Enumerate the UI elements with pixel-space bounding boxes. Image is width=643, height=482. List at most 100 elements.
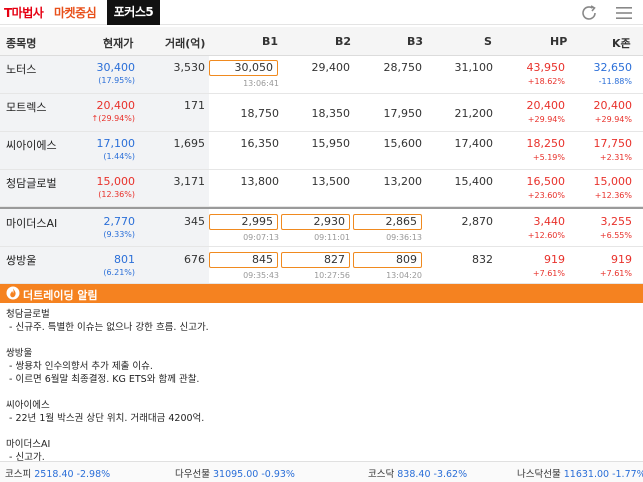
b3-value: 809 [353, 252, 422, 268]
change-pct: (17.95%) [98, 76, 135, 85]
current-price: 801 [114, 253, 135, 266]
volume: 171 [184, 99, 205, 112]
b3-time: 13:04:20 [386, 271, 422, 280]
change-pct: (12.36%) [98, 190, 135, 199]
header-kzone: K존 [612, 37, 631, 50]
k-value: 32,650 [593, 61, 633, 74]
b1-value: 18,750 [240, 107, 280, 120]
k-pct: +12.36% [594, 191, 632, 200]
b2-time: 10:27:56 [314, 271, 350, 280]
table-row[interactable]: 쌍방울 801 (6.21%) 676 845 09:35:43 827 10:… [0, 247, 643, 284]
ticker-kosdaq-value: 838.40 -3.62% [397, 469, 468, 480]
hp-pct: +23.60% [527, 191, 565, 200]
alert-line [6, 334, 636, 347]
ticker-kospi: 코스피 2518.40 -2.98% [5, 466, 110, 480]
header-b3: B3 [407, 35, 424, 48]
current-price: 20,400 [96, 99, 136, 112]
table-row[interactable]: 모트렉스 20,400 ↑(29.94%) 171 18,750 18,350 … [0, 94, 643, 132]
b3-time: 09:36:13 [386, 233, 422, 242]
stock-name: 쌍방울 [6, 254, 37, 267]
alert-line: - 신규주. 특별한 이슈는 없으나 강한 흐름. 신고가. [6, 322, 209, 333]
hp-pct: +29.94% [527, 115, 565, 124]
stock-name: 모트렉스 [6, 101, 47, 114]
stock-name: 씨아이에스 [6, 139, 57, 152]
ticker-kospi-name: 코스피 [5, 469, 32, 480]
stock-name: 노터스 [6, 63, 37, 76]
alert-line [6, 386, 636, 399]
change-pct: (9.33%) [103, 230, 135, 239]
s-value: 21,200 [454, 107, 494, 120]
table-row[interactable]: 노터스 30,400 (17.95%) 3,530 30,050 13:06:4… [0, 56, 643, 94]
b2-value: 13,500 [311, 175, 351, 188]
header-name: 종목명 [6, 37, 37, 50]
header-volume: 거래(억) [165, 37, 206, 50]
alert-line: 씨아이에스 [6, 400, 50, 411]
ticker-kospi-value: 2518.40 -2.98% [34, 469, 111, 480]
hp-pct: +7.61% [532, 269, 565, 278]
k-value: 919 [611, 253, 632, 266]
menu-icon[interactable] [615, 5, 633, 21]
header-hp: HP [550, 35, 568, 48]
volume: 3,171 [173, 175, 206, 188]
ticker-dow-value: 31095.00 -0.93% [213, 469, 295, 480]
ticker-kosdaq: 코스닥 838.40 -3.62% [368, 466, 467, 480]
b3-value: 28,750 [383, 61, 423, 74]
hp-pct: +5.19% [532, 153, 565, 162]
alert-line: 쌍방울 [6, 348, 33, 359]
s-value: 2,870 [461, 215, 494, 228]
table-row[interactable]: 마이더스AI 2,770 (9.33%) 345 2,995 09:07:13 … [0, 207, 643, 247]
alert-header: 더트레이딩 알림 [0, 284, 643, 303]
alert-line: - 22년 1월 박스권 상단 위치. 거래대금 4200억. [6, 413, 205, 424]
b3-value: 13,200 [383, 175, 423, 188]
change-pct: (6.21%) [103, 268, 135, 277]
table-row[interactable]: 청담글로벌 15,000 (12.36%) 3,171 13,800 13,50… [0, 170, 643, 207]
alert-line: 마이더스AI [6, 439, 51, 450]
hp-pct: +18.62% [527, 77, 565, 86]
index-ticker: 코스피 2518.40 -2.98% 다우선물 31095.00 -0.93% … [0, 461, 643, 482]
ticker-dow: 다우선물 31095.00 -0.93% [175, 466, 295, 480]
tab-focus5[interactable]: 포커스5 [107, 0, 160, 25]
b2-value: 15,950 [311, 137, 351, 150]
volume: 676 [184, 253, 205, 266]
k-pct: +2.31% [599, 153, 632, 162]
b1-time: 13:06:41 [243, 79, 279, 88]
volume: 1,695 [173, 137, 206, 150]
k-value: 3,255 [600, 215, 633, 228]
brand-logo[interactable]: T마법사 [4, 4, 44, 21]
b1-time: 09:07:13 [243, 233, 279, 242]
header-b2: B2 [335, 35, 352, 48]
alert-line: - 쌍용차 인수의향서 추가 제출 이슈. [6, 361, 153, 372]
current-price: 30,400 [96, 61, 136, 74]
k-pct: +29.94% [594, 115, 632, 124]
tab-market[interactable]: 마켓중심 [54, 4, 97, 21]
alert-line: - 이르면 6월말 최종결정. KG ETS와 함께 관찰. [6, 374, 200, 385]
b1-value: 30,050 [209, 60, 278, 76]
header-s: S [484, 35, 492, 48]
hp-value: 16,500 [526, 175, 566, 188]
ticker-dow-name: 다우선물 [175, 469, 210, 480]
hp-value: 20,400 [526, 99, 566, 112]
header-b1: B1 [262, 35, 279, 48]
stock-name: 마이더스AI [6, 217, 58, 230]
k-value: 15,000 [593, 175, 633, 188]
s-value: 15,400 [454, 175, 494, 188]
k-pct: +7.61% [599, 269, 632, 278]
k-value: 20,400 [593, 99, 633, 112]
alert-line [6, 425, 636, 438]
b1-value: 2,995 [209, 214, 278, 230]
k-value: 17,750 [593, 137, 633, 150]
b3-value: 2,865 [353, 214, 422, 230]
b3-value: 17,950 [383, 107, 423, 120]
k-pct: -11.88% [598, 77, 632, 86]
refresh-icon[interactable] [579, 3, 599, 23]
hp-pct: +12.60% [527, 231, 565, 240]
b1-value: 16,350 [240, 137, 280, 150]
current-price: 17,100 [96, 137, 136, 150]
ticker-nasdaq-name: 나스닥선물 [517, 469, 561, 480]
b1-value: 845 [209, 252, 278, 268]
hp-value: 43,950 [526, 61, 566, 74]
change-pct: (1.44%) [103, 152, 135, 161]
table-row[interactable]: 씨아이에스 17,100 (1.44%) 1,695 16,350 15,950… [0, 132, 643, 170]
volume: 3,530 [173, 61, 206, 74]
b1-value: 13,800 [240, 175, 280, 188]
